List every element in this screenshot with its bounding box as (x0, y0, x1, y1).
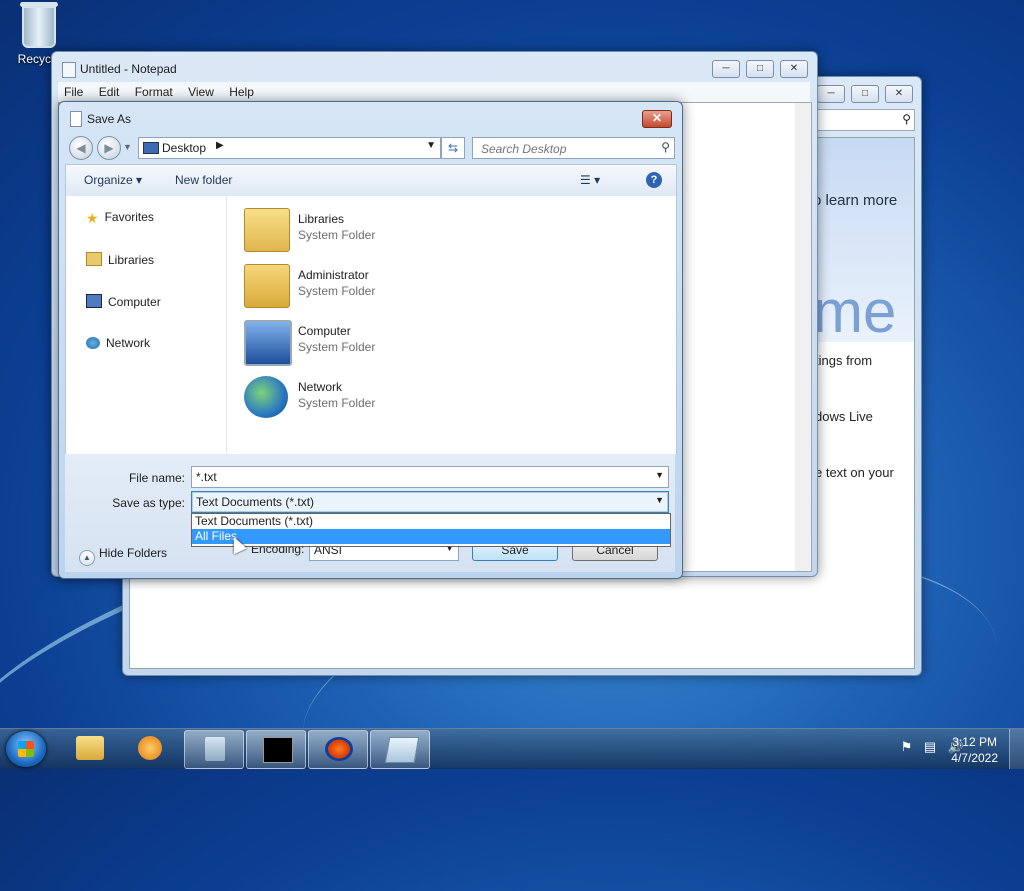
notepad-close-button[interactable]: ✕ (780, 60, 808, 78)
background-text-2: dows Live (815, 409, 873, 424)
notepad-menu-bar: File Edit Format View Help (58, 82, 810, 102)
hide-folders-button[interactable]: ▲ Hide Folders (79, 546, 167, 566)
menu-format[interactable]: Format (129, 82, 179, 102)
option-all-files[interactable]: All Files (192, 529, 670, 544)
background-big-text: me (813, 278, 897, 345)
save-as-type-label: Save as type: (112, 496, 185, 510)
background-search-box[interactable]: ⚲ (817, 109, 915, 131)
forward-button[interactable]: ▶ (97, 136, 121, 160)
notepad-icon (384, 737, 420, 763)
recycle-bin-icon (20, 2, 58, 48)
windows-logo-icon (18, 741, 34, 757)
clock[interactable]: 3:12 PM 4/7/2022 (951, 734, 998, 766)
file-name-field[interactable]: *.txt ▼ (191, 466, 669, 488)
menu-edit[interactable]: Edit (93, 82, 126, 102)
file-browser-pane: ★ Favorites Libraries Computer Network Li… (65, 196, 677, 454)
menu-help[interactable]: Help (223, 82, 260, 102)
network-tray-icon[interactable]: ▤ (924, 739, 936, 754)
menu-file[interactable]: File (58, 82, 89, 102)
clock-time: 3:12 PM (952, 735, 997, 749)
taskbar-notepad[interactable] (370, 730, 430, 769)
taskbar-explorer[interactable] (60, 730, 118, 767)
application-icon (205, 737, 225, 761)
help-button[interactable]: ? (646, 172, 662, 188)
libraries-folder-icon (244, 208, 290, 252)
close-button[interactable]: ✕ (885, 85, 913, 103)
notepad-minimize-button[interactable]: ─ (712, 60, 740, 78)
user-folder-icon (244, 264, 290, 308)
start-button[interactable] (6, 731, 46, 767)
notepad-maximize-button[interactable]: □ (746, 60, 774, 78)
taskbar-command-prompt[interactable] (246, 730, 306, 769)
nav-network[interactable]: Network (86, 336, 150, 350)
address-text: Desktop (162, 141, 207, 155)
dialog-title: Save As (87, 112, 132, 126)
save-as-dialog[interactable]: Save As ✕ ◀ ▶ ▼ Desktop ▶ ▼ ⇆ ⚲ Organize… (58, 101, 683, 579)
taskbar-audacity[interactable] (308, 730, 368, 769)
computer-folder-icon (244, 320, 292, 366)
taskbar-app[interactable] (184, 730, 244, 769)
refresh-button[interactable]: ⇆ (441, 137, 465, 159)
minimize-button[interactable]: ─ (817, 85, 845, 103)
nav-computer[interactable]: Computer (86, 294, 161, 309)
taskbar: ⚑ ▤ 🔊 3:12 PM 4/7/2022 (0, 728, 1024, 769)
maximize-button[interactable]: □ (851, 85, 879, 103)
address-bar[interactable]: Desktop ▶ ▼ (138, 137, 441, 159)
command-prompt-icon (263, 737, 293, 763)
notepad-icon (62, 62, 76, 78)
folder-item-libraries[interactable]: Libraries System Folder (244, 204, 424, 254)
notepad-title: Untitled - Notepad (80, 62, 177, 76)
nav-favorites[interactable]: ★ Favorites (86, 210, 154, 226)
new-folder-button[interactable]: New folder (175, 173, 232, 187)
computer-icon (86, 294, 102, 308)
show-desktop-button[interactable] (1009, 729, 1024, 769)
star-icon: ★ (86, 210, 99, 226)
option-text-documents[interactable]: Text Documents (*.txt) (192, 514, 670, 529)
save-as-type-dropdown-icon[interactable]: ▼ (655, 495, 664, 505)
dialog-close-button[interactable]: ✕ (642, 110, 672, 128)
libraries-icon (86, 252, 102, 266)
headphones-icon (325, 737, 353, 761)
background-text-3: e text on your (815, 465, 894, 480)
organize-button[interactable]: Organize ▾ (84, 173, 142, 187)
globe-icon (244, 376, 288, 418)
action-center-icon[interactable]: ⚑ (901, 739, 913, 754)
nav-libraries[interactable]: Libraries (86, 252, 154, 267)
desktop-icon (143, 142, 159, 154)
search-box[interactable]: ⚲ (472, 137, 675, 159)
folder-item-administrator[interactable]: Administrator System Folder (244, 260, 424, 310)
file-name-dropdown-icon[interactable]: ▼ (655, 470, 664, 480)
network-icon (86, 337, 100, 349)
document-icon (70, 111, 82, 127)
background-learn-text: o learn more (813, 192, 898, 209)
background-text-1: tings from (815, 353, 873, 368)
address-dropdown-icon[interactable]: ▼ (426, 140, 436, 151)
file-name-label: File name: (128, 471, 185, 485)
search-input[interactable] (479, 140, 653, 158)
folder-item-network[interactable]: Network System Folder (244, 372, 424, 422)
search-icon: ⚲ (902, 112, 911, 126)
menu-view[interactable]: View (182, 82, 220, 102)
recent-pages-chevron-icon[interactable]: ▼ (123, 142, 132, 152)
folder-icon (76, 736, 104, 760)
save-as-type-select[interactable]: Text Documents (*.txt) ▼ (191, 491, 669, 513)
media-player-icon (138, 736, 162, 760)
navigation-pane: ★ Favorites Libraries Computer Network (66, 196, 227, 454)
taskbar-media-player[interactable] (122, 730, 180, 767)
save-as-type-options: Text Documents (*.txt) All Files (191, 513, 671, 547)
command-bar: Organize ▾ New folder ☰ ▾ ? (65, 164, 677, 198)
view-options-button[interactable]: ☰ ▾ (580, 173, 600, 187)
search-icon: ⚲ (661, 140, 670, 154)
notepad-scrollbar[interactable] (795, 103, 811, 571)
folder-item-computer[interactable]: Computer System Folder (244, 316, 424, 366)
back-button[interactable]: ◀ (69, 136, 93, 160)
clock-date: 4/7/2022 (951, 751, 998, 765)
breadcrumb-arrow-icon[interactable]: ▶ (216, 140, 224, 151)
chevron-up-icon: ▲ (79, 550, 95, 566)
